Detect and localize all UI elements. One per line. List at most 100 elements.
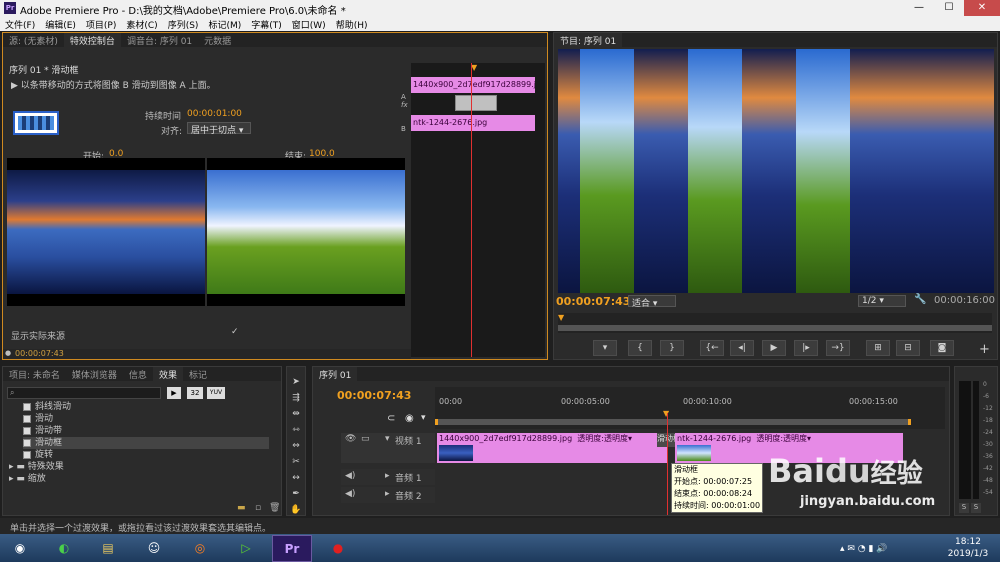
file-explorer-icon[interactable]: ▤	[88, 535, 128, 562]
yuv-badge[interactable]: YUV	[207, 387, 225, 399]
solo-left-button[interactable]: S	[959, 503, 969, 513]
export-frame-button[interactable]: ◙	[930, 340, 954, 356]
menu-help[interactable]: 帮助(H)	[331, 16, 373, 31]
mini-clip-a[interactable]: 1440x900_2d7edf917d28899.jpg	[411, 77, 535, 93]
tab-effects[interactable]: 效果	[152, 367, 183, 381]
maximize-button[interactable]: ☐	[934, 0, 964, 16]
video-clip-a[interactable]: 1440x900_2d7edf917d28899.jpg 透明度:透明度▾	[437, 433, 667, 463]
rolling-edit-tool-icon[interactable]: ⇿	[290, 424, 302, 436]
tab-media-browser[interactable]: 媒体浏览器	[66, 367, 123, 381]
speaker-icon[interactable]: ◀)	[345, 471, 355, 481]
linked-selection-icon[interactable]: ◉	[405, 413, 414, 424]
speaker-icon[interactable]: ◀)	[345, 489, 355, 499]
go-to-out-button[interactable]: →}	[826, 340, 850, 356]
menu-file[interactable]: 文件(F)	[0, 16, 40, 31]
clip-b-fx[interactable]: 透明度:透明度▾	[756, 434, 811, 443]
premiere-taskbar-icon[interactable]: Pr	[272, 535, 312, 562]
tab-metadata[interactable]: 元数据	[198, 33, 237, 47]
zoom-bar[interactable]	[558, 325, 992, 331]
tab-project[interactable]: 项目: 未命名	[3, 367, 66, 381]
effect-timecode[interactable]: 00:00:07:43	[15, 349, 64, 358]
menu-window[interactable]: 窗口(W)	[287, 16, 331, 31]
step-forward-button[interactable]: |▸	[794, 340, 818, 356]
lock-icon[interactable]: ▭	[361, 434, 370, 444]
step-back-button[interactable]: ◂|	[730, 340, 754, 356]
trash-icon[interactable]: 🗑	[269, 503, 280, 513]
duration-value[interactable]: 00:00:01:00	[187, 109, 242, 119]
eye-icon[interactable]: 👁	[345, 434, 356, 444]
mark-in-button[interactable]: {	[628, 340, 652, 356]
snap-icon[interactable]: ⊂	[387, 413, 395, 424]
mark-out-button[interactable]: }	[660, 340, 684, 356]
new-item-icon[interactable]: ▫	[255, 503, 261, 513]
menu-sequence[interactable]: 序列(S)	[163, 16, 204, 31]
scrubber-playhead-icon[interactable]: ▼	[558, 313, 564, 322]
tab-program[interactable]: 节目: 序列 01	[554, 33, 623, 47]
hand-tool-icon[interactable]: ✋	[290, 504, 302, 516]
preview-a[interactable]	[7, 158, 205, 306]
tab-sequence[interactable]: 序列 01	[313, 367, 358, 381]
play-button[interactable]: ▶	[762, 340, 786, 356]
32bit-badge[interactable]: 32	[187, 387, 203, 399]
selection-tool-icon[interactable]: ➤	[290, 376, 302, 388]
list-item[interactable]: 滑动带	[23, 425, 269, 437]
work-area-bar[interactable]	[435, 419, 911, 425]
fit-select[interactable]: 适合 ▾	[628, 295, 676, 309]
tab-info[interactable]: 信息	[123, 367, 153, 381]
program-timecode[interactable]: 00:00:07:43	[556, 295, 630, 308]
add-marker-icon[interactable]: ▾	[421, 413, 426, 423]
play-transition-icon[interactable]: ▶	[11, 81, 21, 91]
mini-timeline[interactable]: ▼ 1440x900_2d7edf917d28899.jpg ntk-1244-…	[411, 63, 545, 357]
tab-audio-mixer[interactable]: 调音台: 序列 01	[121, 33, 198, 47]
list-folder[interactable]: ▸ ▬ 特殊效果	[9, 461, 269, 473]
tray-icons[interactable]: ▴ ✉ ◔ ▮ 🔊	[840, 544, 888, 554]
list-item[interactable]: 旋转	[23, 449, 269, 461]
slip-tool-icon[interactable]: ↔	[290, 472, 302, 484]
effects-search-input[interactable]: ⌕	[7, 387, 161, 399]
show-actual-source-checkbox[interactable]: ✓	[231, 327, 239, 337]
list-folder[interactable]: ▸ ▬ 缩放	[9, 473, 269, 485]
transition-thumbnail[interactable]	[13, 111, 59, 135]
expand-arrow-icon[interactable]: ▸	[385, 471, 390, 481]
expand-arrow-icon[interactable]: ▾	[385, 434, 390, 444]
clock-date[interactable]: 2019/1/3	[942, 549, 994, 559]
tab-source[interactable]: 源: (无素材)	[3, 33, 64, 47]
list-item-selected[interactable]: 滑动框	[23, 437, 269, 449]
start-orb-icon[interactable]: ◉	[0, 535, 40, 562]
recorder-icon[interactable]: ●	[318, 535, 358, 562]
menu-title[interactable]: 字幕(T)	[246, 16, 287, 31]
timeline-ruler[interactable]: 00:00 00:00:05:00 00:00:10:00 00:00:15:0…	[435, 387, 945, 429]
wrench-icon[interactable]: 🔧	[914, 294, 926, 305]
menu-edit[interactable]: 编辑(E)	[40, 16, 81, 31]
firefox-icon[interactable]: ◎	[180, 535, 220, 562]
razor-tool-icon[interactable]: ✂	[290, 456, 302, 468]
mini-clip-b[interactable]: ntk-1244-2676.jpg	[411, 115, 535, 131]
add-marker-button[interactable]: ▾	[593, 340, 617, 356]
align-select[interactable]: 居中于切点 ▾	[187, 122, 251, 136]
menu-clip[interactable]: 素材(C)	[121, 16, 162, 31]
accelerated-effects-icon[interactable]: ▶	[167, 387, 181, 399]
mini-transition-block[interactable]	[455, 95, 497, 111]
menu-project[interactable]: 项目(P)	[81, 16, 121, 31]
track-select-tool-icon[interactable]: ⇶	[290, 392, 302, 404]
rate-stretch-tool-icon[interactable]: ⇔	[290, 440, 302, 452]
clip-a-fx[interactable]: 透明度:透明度▾	[577, 434, 632, 443]
solo-right-button[interactable]: S	[971, 503, 981, 513]
menu-marker[interactable]: 标记(M)	[203, 16, 246, 31]
list-item[interactable]: 斜线滑动	[23, 401, 269, 413]
tab-effect-controls[interactable]: 特效控制台	[63, 33, 121, 47]
go-to-in-button[interactable]: {←	[700, 340, 724, 356]
lift-button[interactable]: ⊞	[866, 340, 890, 356]
clock-time[interactable]: 18:12	[948, 537, 988, 547]
camtasia-icon[interactable]: ▷	[226, 535, 266, 562]
extract-button[interactable]: ⊟	[896, 340, 920, 356]
program-scrubber[interactable]: ▼	[558, 313, 992, 333]
timeline-timecode[interactable]: 00:00:07:43	[337, 389, 411, 402]
ripple-edit-tool-icon[interactable]: ⇹	[290, 408, 302, 420]
qq-icon[interactable]: ☺	[134, 535, 174, 562]
tab-markers[interactable]: 标记	[183, 367, 213, 381]
add-button[interactable]: +	[979, 342, 990, 357]
360-browser-icon[interactable]: ◐	[44, 535, 84, 562]
close-button[interactable]: ✕	[964, 0, 1000, 16]
new-folder-icon[interactable]: ▬	[237, 503, 246, 513]
